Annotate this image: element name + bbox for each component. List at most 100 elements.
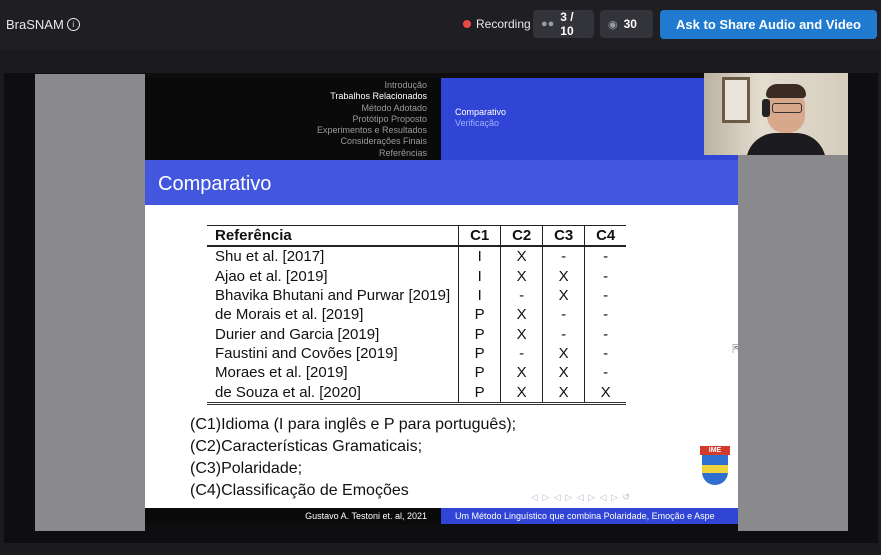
participants-button[interactable]: ●● 3 / 10 (533, 10, 594, 38)
criteria-cell: - (584, 324, 627, 344)
criteria-cell: - (584, 363, 627, 383)
nav-section-item[interactable]: Método Adotado (317, 103, 427, 114)
stage-margin-left (35, 74, 145, 531)
top-bar: BraSNAM i Recording ●● 3 / 10 ◉ 30 Ask t… (0, 0, 881, 50)
viewers-count: 30 (623, 17, 637, 31)
viewers-button[interactable]: ◉ 30 (600, 10, 653, 38)
criteria-cell: - (500, 343, 543, 364)
header-c2: C2 (500, 225, 543, 248)
section-list: Introdução Trabalhos Relacionados Método A… (317, 80, 427, 159)
recording-label: Recording (476, 17, 531, 31)
reference-cell: Moraes et al. [2019] (215, 364, 348, 382)
criteria-cell: P (458, 324, 501, 344)
criteria-cell: X (542, 285, 585, 306)
header-c3: C3 (542, 225, 585, 248)
nav-section-item[interactable]: Protótipo Proposto (317, 114, 427, 125)
criteria-cell: - (584, 266, 627, 286)
headset-icon (762, 99, 770, 117)
header-c4: C4 (584, 225, 627, 248)
app-name: BraSNAM i (6, 17, 80, 32)
logo-band (702, 465, 728, 473)
nav-section-item[interactable]: Referências (317, 148, 427, 159)
legend-item: (C2)Características Gramaticais; (190, 438, 423, 455)
nav-section-item[interactable]: Considerações Finais (317, 136, 427, 147)
ime-logo: IME (700, 446, 730, 486)
reference-cell: de Morais et al. [2019] (215, 306, 364, 324)
criteria-cell: X (584, 382, 627, 405)
logo-text: IME (700, 446, 730, 455)
criteria-cell: X (542, 266, 585, 286)
criteria-cell: - (542, 246, 585, 267)
table-row: Ajao et al. [2019] I X X - (207, 266, 627, 286)
person-hair (766, 84, 806, 98)
app-name-label: BraSNAM (6, 17, 64, 32)
legend-item: (C4)Classificação de Emoções (190, 482, 409, 499)
criteria-cell: X (500, 266, 543, 286)
table-row: Faustini and Covões [2019] P - X - (207, 343, 627, 364)
criteria-cell: X (500, 246, 543, 267)
slide-subsection-nav: Comparativo Verificação (441, 78, 738, 160)
criteria-cell: - (542, 324, 585, 344)
picture-frame (722, 77, 750, 123)
nav-section-item[interactable]: Introdução (317, 80, 427, 91)
header-reference: Referência (207, 225, 459, 248)
recording-indicator: Recording (457, 10, 537, 38)
table-row: Shu et al. [2017] I X - - (207, 246, 627, 267)
criteria-cell: - (542, 305, 585, 325)
criteria-cell: I (458, 285, 501, 306)
table-row: Bhavika Bhutani and Purwar [2019] I - X - (207, 285, 627, 306)
current-subsection: Verificação (455, 118, 500, 128)
slide-title-bar: Comparativo (145, 160, 738, 205)
criteria-cell: X (500, 382, 543, 405)
criteria-cell: X (500, 363, 543, 383)
table-row: de Souza et al. [2020] P X X X (207, 382, 627, 405)
stage-margin-right (738, 155, 848, 531)
eye-icon: ◉ (608, 18, 618, 31)
slide-section-nav: Introdução Trabalhos Relacionados Método A… (145, 78, 441, 160)
ask-to-share-button[interactable]: Ask to Share Audio and Video (660, 10, 877, 39)
current-section: Comparativo (455, 107, 507, 117)
table-header-row: Referência C1 C2 C3 C4 (207, 225, 627, 248)
footer-left: Gustavo A. Testoni et. al, 2021 (145, 508, 441, 524)
record-dot-icon (463, 20, 471, 28)
people-icon: ●● (541, 18, 555, 30)
beamer-nav-controls[interactable]: ◁ ▷ ◁ ▷ ◁ ▷ ◁ ▷ ↺ (531, 492, 631, 503)
mouse-cursor-icon: ⇱ (732, 342, 743, 356)
reference-cell: de Souza et al. [2020] (207, 382, 459, 405)
slide-footer: Gustavo A. Testoni et. al, 2021 Um Métod… (145, 508, 738, 524)
slide-header: Introdução Trabalhos Relacionados Método A… (145, 78, 738, 160)
nav-section-item[interactable]: Trabalhos Relacionados (317, 91, 427, 102)
table-row: Moraes et al. [2019] P X X - (207, 363, 627, 383)
criteria-cell: X (542, 382, 585, 405)
criteria-cell: X (542, 363, 585, 383)
criteria-cell: - (584, 343, 627, 364)
legend-item: (C1)Idioma (I para inglês e P para portu… (190, 416, 517, 433)
slide-title: Comparativo (158, 173, 272, 195)
reference-cell: Faustini and Covões [2019] (215, 344, 398, 362)
criteria-cell: X (500, 324, 543, 344)
webcam-video[interactable] (704, 73, 848, 155)
criteria-cell: - (500, 285, 543, 306)
participants-count: 3 / 10 (560, 10, 574, 38)
table-body: Shu et al. [2017] I X - - Ajao et al. [2019] I… (207, 246, 627, 405)
footer-author: Gustavo A. Testoni et. al, 2021 (305, 511, 427, 521)
info-icon[interactable]: i (66, 18, 80, 31)
criteria-cell: P (458, 305, 501, 325)
criteria-cell: X (542, 343, 585, 364)
criteria-cell: P (458, 382, 501, 405)
nav-section-item[interactable]: Experimentos e Resultados (317, 125, 427, 136)
footer-right: Um Método Linguístico que combina Polari… (441, 508, 738, 524)
reference-cell: Ajao et al. [2019] (215, 267, 328, 285)
criteria-cell: I (458, 266, 501, 286)
reference-cell: Bhavika Bhutani and Purwar [2019] (215, 287, 451, 305)
criteria-cell: X (500, 305, 543, 325)
slide: Introdução Trabalhos Relacionados Método A… (145, 78, 738, 524)
legend-item: (C3)Polaridade; (190, 460, 303, 477)
criteria-cell: I (458, 246, 501, 267)
criteria-cell: - (584, 246, 627, 267)
glasses (772, 103, 802, 113)
criteria-cell: - (584, 285, 627, 306)
footer-title: Um Método Linguístico que combina Polari… (455, 511, 715, 521)
table-row: Durier and Garcia [2019] P X - - (207, 324, 627, 344)
criteria-cell: - (584, 305, 627, 325)
